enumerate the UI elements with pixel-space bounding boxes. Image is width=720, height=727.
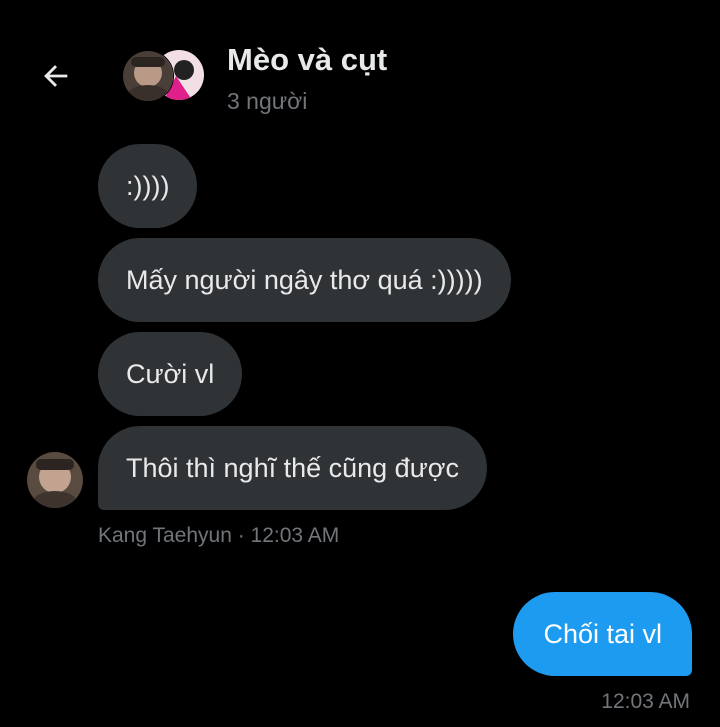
message-text: Cười vl — [126, 358, 215, 389]
received-message-bubble[interactable]: Cười vl — [98, 332, 243, 416]
back-button[interactable] — [36, 56, 76, 96]
sent-message-time: 12:03 AM — [601, 690, 690, 713]
received-message-meta: Kang Taehyun · 12:03 AM — [98, 524, 340, 547]
group-member-avatar — [122, 50, 174, 102]
dm-conversation-screen: Mèo và cụt 3 người :)))) Mấy người ngây … — [0, 0, 720, 727]
received-message-bubble[interactable]: :)))) — [98, 144, 198, 228]
sent-message-bubble[interactable]: Chối tai vl — [513, 592, 692, 676]
arrow-left-icon — [44, 65, 68, 87]
group-avatar-stack[interactable] — [122, 50, 204, 102]
participant-count: 3 người — [227, 88, 308, 114]
message-text: Chối tai vl — [543, 618, 662, 649]
received-message-bubble[interactable]: Mấy người ngây thơ quá :))))) — [98, 238, 511, 322]
message-text: Mấy người ngây thơ quá :))))) — [126, 264, 483, 295]
received-message-bubble[interactable]: Thôi thì nghĩ thế cũng được — [98, 426, 487, 510]
conversation-title[interactable]: Mèo và cụt — [227, 42, 387, 78]
message-text: Thôi thì nghĩ thế cũng được — [126, 452, 459, 483]
message-text: :)))) — [126, 170, 170, 201]
sender-avatar[interactable] — [27, 452, 83, 508]
